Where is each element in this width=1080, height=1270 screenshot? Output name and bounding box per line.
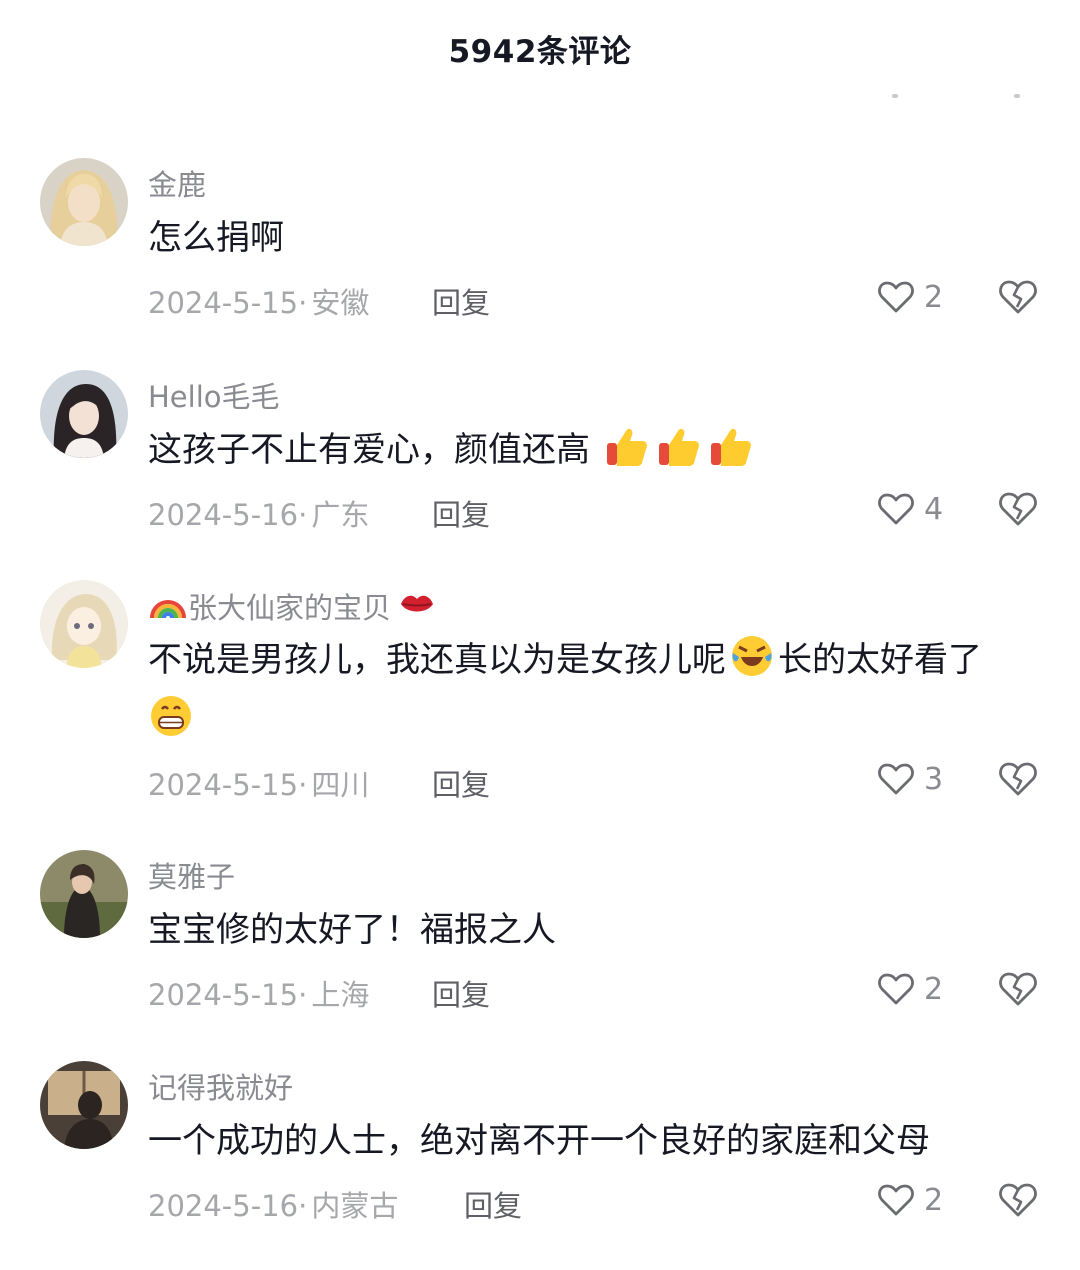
avatar[interactable] [40, 1061, 128, 1149]
avatar[interactable] [40, 850, 128, 938]
comment-location: 上海 [311, 978, 370, 1012]
broken-heart-icon [999, 492, 1037, 526]
comments-header: 5942条评论 [0, 0, 1080, 100]
comment-meta: 2024-5-15· 四川 [148, 762, 369, 804]
comment-date: 2024-5-15· [148, 286, 308, 320]
comment-location: 广东 [311, 498, 370, 532]
avatar[interactable] [40, 580, 128, 668]
decorative-dots [880, 94, 1040, 100]
avatar-outdoor-photo-icon [40, 850, 128, 938]
dislike-button[interactable] [997, 968, 1039, 1010]
comment-text: 不说是男孩儿，我还真以为是女孩儿呢 长的太好看了 [148, 630, 1038, 750]
reply-button[interactable]: 回复 [464, 1183, 522, 1225]
rainbow-icon [150, 600, 186, 619]
avatar[interactable] [40, 370, 128, 458]
reply-button[interactable]: 回复 [432, 280, 490, 322]
comment-meta: 2024-5-15· 安徽 [148, 280, 369, 322]
like-button[interactable]: 4 [876, 489, 943, 529]
comment-text-part2: 长的太好看了 [778, 640, 982, 680]
dislike-button[interactable] [997, 758, 1039, 800]
comment-location: 内蒙古 [311, 1189, 399, 1223]
username[interactable]: 莫雅子 [148, 854, 235, 896]
reply-button[interactable]: 回复 [432, 762, 490, 804]
like-button[interactable]: 2 [876, 1180, 943, 1220]
heart-icon [878, 281, 914, 313]
broken-heart-icon [999, 972, 1037, 1006]
heart-icon [878, 973, 914, 1005]
dislike-button[interactable] [997, 488, 1039, 530]
like-count: 3 [924, 761, 944, 797]
avatar-dark-hair-girl-icon [40, 370, 128, 458]
broken-heart-icon [999, 280, 1037, 314]
heart-icon [878, 493, 914, 525]
like-count: 2 [924, 1182, 944, 1218]
comment-meta: 2024-5-15· 上海 [148, 972, 369, 1014]
comment-text: 这孩子不止有爱心，颜值还高 [148, 420, 1038, 480]
comment-meta: 2024-5-16· 广东 [148, 492, 369, 534]
heart-icon [878, 1184, 914, 1216]
grinning-face-icon [151, 696, 191, 736]
comment-date: 2024-5-16· [148, 498, 308, 532]
kiss-mark-icon [401, 595, 434, 612]
avatar-silhouette-window-icon [40, 1061, 128, 1149]
comment-meta: 2024-5-16· 内蒙古 [148, 1183, 398, 1225]
comment-location: 四川 [311, 768, 370, 802]
like-count: 2 [924, 279, 944, 315]
like-count: 4 [924, 491, 944, 527]
comment-text: 怎么捐啊 [148, 218, 284, 258]
broken-heart-icon [999, 1183, 1037, 1217]
like-button[interactable]: 3 [876, 759, 943, 799]
comment-date: 2024-5-15· [148, 978, 308, 1012]
thumbs-up-icon [606, 428, 647, 466]
thumbs-up-icon [710, 428, 751, 466]
heart-icon [878, 763, 914, 795]
reply-button[interactable]: 回复 [432, 972, 490, 1014]
dislike-button[interactable] [997, 1179, 1039, 1221]
dislike-button[interactable] [997, 276, 1039, 318]
thumbs-up-icon [658, 428, 699, 466]
avatar-blonde-girl-icon [40, 158, 128, 246]
avatar[interactable] [40, 158, 128, 246]
comment-text-body: 这孩子不止有爱心，颜值还高 [148, 430, 590, 470]
reply-button[interactable]: 回复 [432, 492, 490, 534]
username-text: 张大仙家的宝贝 [188, 591, 392, 625]
username[interactable]: 记得我就好 [148, 1065, 293, 1107]
comment-location: 安徽 [311, 286, 370, 320]
comment-date: 2024-5-15· [148, 768, 308, 802]
comment-text: 一个成功的人士，绝对离不开一个良好的家庭和父母 [148, 1121, 930, 1161]
like-button[interactable]: 2 [876, 277, 943, 317]
comment-text: 宝宝修的太好了！福报之人 [148, 910, 556, 950]
broken-heart-icon [999, 762, 1037, 796]
comment-count-title: 5942条评论 [448, 34, 632, 70]
username[interactable]: 张大仙家的宝贝 [148, 584, 440, 627]
username[interactable]: 金鹿 [148, 162, 206, 204]
like-button[interactable]: 2 [876, 969, 943, 1009]
comment-date: 2024-5-16· [148, 1189, 308, 1223]
laughing-crying-icon [732, 636, 772, 676]
avatar-anime-girl-icon [40, 580, 128, 668]
like-count: 2 [924, 971, 944, 1007]
username[interactable]: Hello毛毛 [148, 374, 280, 416]
comment-text-part1: 不说是男孩儿，我还真以为是女孩儿呢 [148, 640, 726, 680]
